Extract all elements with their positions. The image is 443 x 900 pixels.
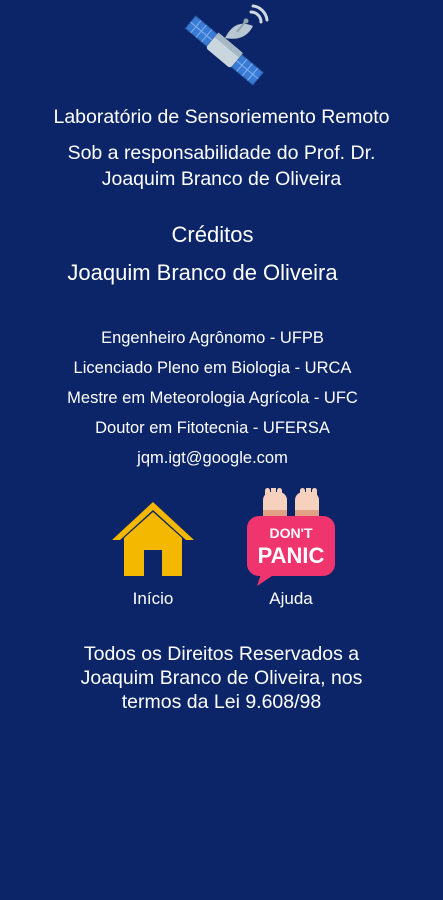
credits-screen: Laboratório de Sensoriemento Remoto Sob …	[0, 0, 443, 900]
qualification-item: Doutor em Fitotecnia - UFERSA	[95, 419, 330, 437]
copyright-line: Todos os Direitos Reservados a	[83, 643, 360, 665]
lab-name: Laboratório de Sensoriemento Remoto	[53, 106, 390, 128]
credits-title: Créditos	[171, 222, 254, 247]
qualifications-list: Engenheiro Agrônomo - UFPB Licenciado Pl…	[0, 323, 425, 473]
copyright-line: Joaquim Branco de Oliveira, nos	[80, 667, 363, 689]
satellite-icon	[184, 4, 269, 86]
responsible-block: Sob a responsabilidade do Prof. Dr. Joaq…	[0, 140, 443, 192]
help-button[interactable]: DON'T PANIC Ajuda	[236, 488, 346, 610]
responsible-name: Joaquim Branco de Oliveira	[101, 168, 342, 190]
home-button[interactable]: Início	[98, 488, 208, 610]
responsible-line: Sob a responsabilidade do Prof. Dr.	[67, 142, 376, 164]
copyright-notice: Todos os Direitos Reservados a Joaquim B…	[0, 642, 443, 714]
qualification-item: Licenciado Pleno em Biologia - URCA	[73, 359, 352, 377]
contact-email: jqm.igt@google.com	[137, 449, 288, 467]
credits-name: Joaquim Branco de Oliveira	[67, 260, 338, 285]
qualification-item: Engenheiro Agrônomo - UFPB	[101, 329, 324, 347]
help-label: Ajuda	[269, 589, 313, 608]
copyright-line: termos da Lei 9.608/98	[121, 691, 322, 713]
badge-text-bottom: PANIC	[258, 543, 325, 568]
badge-text-top: DON'T	[270, 525, 313, 541]
home-icon	[112, 502, 194, 576]
home-label: Início	[132, 589, 174, 608]
dont-panic-icon: DON'T PANIC	[247, 488, 335, 586]
qualification-item: Mestre em Meteorologia Agrícola - UFC	[67, 389, 358, 407]
